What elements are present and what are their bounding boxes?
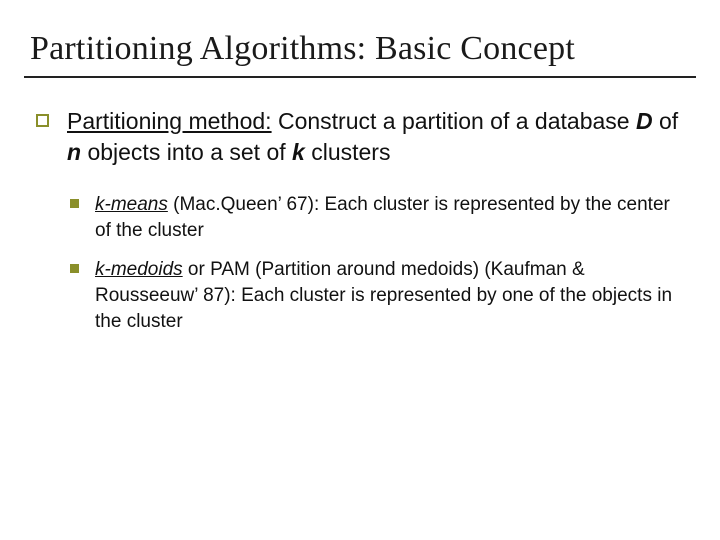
kmeans-desc: (Mac.Queen’ 67): Each cluster is represe… (95, 194, 670, 241)
slide: Partitioning Algorithms: Basic Concept P… (0, 0, 720, 540)
slide-title: Partitioning Algorithms: Basic Concept (0, 0, 720, 76)
bullet-level2: k-means (Mac.Queen’ 67): Each cluster is… (70, 192, 690, 243)
var-n: n (67, 139, 81, 165)
kmeans-term: k-means (95, 194, 168, 215)
var-k: k (292, 139, 305, 165)
sub-bullet-list: k-means (Mac.Queen’ 67): Each cluster is… (36, 186, 690, 334)
slide-body: Partitioning method: Construct a partiti… (0, 78, 720, 334)
bullet-level2: k-medoids or PAM (Partition around medoi… (70, 257, 690, 334)
text-frag: objects into a set of (81, 139, 292, 165)
level2-text: k-medoids or PAM (Partition around medoi… (95, 257, 690, 334)
filled-square-icon (70, 264, 79, 273)
text-frag: Construct a partition of a database (272, 108, 636, 134)
bullet-level1: Partitioning method: Construct a partiti… (36, 106, 690, 168)
var-d: D (636, 108, 653, 134)
level2-text: k-means (Mac.Queen’ 67): Each cluster is… (95, 192, 690, 243)
text-frag: of (653, 108, 679, 134)
partitioning-method-label: Partitioning method: (67, 108, 272, 134)
kmedoids-term: k-medoids (95, 259, 183, 280)
filled-square-icon (70, 199, 79, 208)
level1-text: Partitioning method: Construct a partiti… (67, 106, 690, 168)
hollow-square-icon (36, 114, 49, 127)
text-frag: clusters (305, 139, 391, 165)
